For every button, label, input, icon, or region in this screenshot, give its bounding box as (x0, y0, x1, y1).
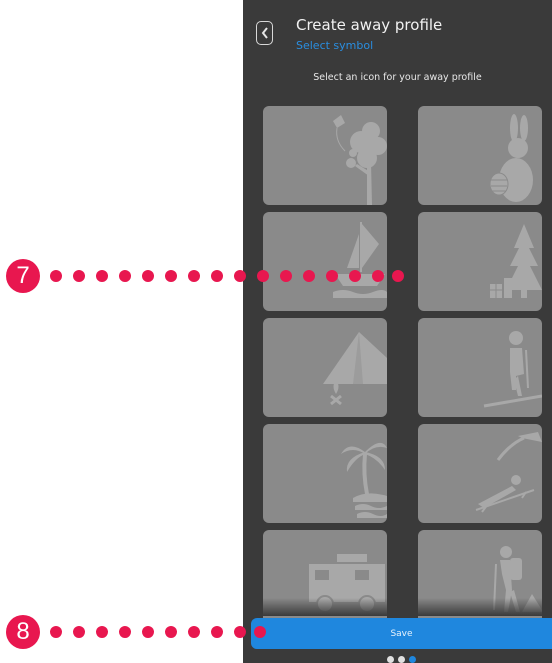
list-fade (243, 598, 552, 616)
page-subtitle: Select symbol (296, 39, 374, 52)
symbol-tile-kite-tree[interactable] (263, 106, 387, 205)
symbol-tile-camping-tent[interactable] (263, 318, 387, 417)
page-title: Create away profile (296, 16, 443, 34)
skier-icon (483, 331, 542, 408)
easter-bunny-icon (489, 114, 533, 202)
page-dot (398, 656, 405, 663)
callout-line-8 (44, 626, 269, 640)
page-dot (387, 656, 394, 663)
callout-marker-7: 7 (6, 259, 40, 293)
symbol-tile-skier[interactable] (418, 318, 542, 417)
kite-tree-icon (333, 115, 387, 205)
save-button[interactable]: Save (251, 618, 552, 649)
palm-island-icon (341, 442, 387, 518)
symbol-tile-sailboat[interactable] (263, 212, 387, 311)
back-button[interactable] (256, 21, 273, 45)
callout-marker-8: 8 (6, 615, 40, 649)
beach-lounger-icon (475, 432, 542, 513)
symbol-tile-easter-bunny[interactable] (418, 106, 542, 205)
sailboat-icon (333, 222, 387, 298)
symbol-tile-beach-lounger[interactable] (418, 424, 542, 523)
app-screen: Create away profile Select symbol Select… (243, 0, 552, 663)
camping-tent-icon (323, 332, 387, 406)
symbol-tile-christmas-tree[interactable] (418, 212, 542, 311)
chevron-left-icon (261, 27, 268, 39)
symbol-tile-palm-island[interactable] (263, 424, 387, 523)
callout-line-7 (44, 270, 404, 284)
christmas-tree-icon (490, 224, 542, 298)
page-dot-active (409, 656, 416, 663)
instruction-text: Select an icon for your away profile (313, 72, 482, 83)
pagination-dots (387, 656, 416, 663)
